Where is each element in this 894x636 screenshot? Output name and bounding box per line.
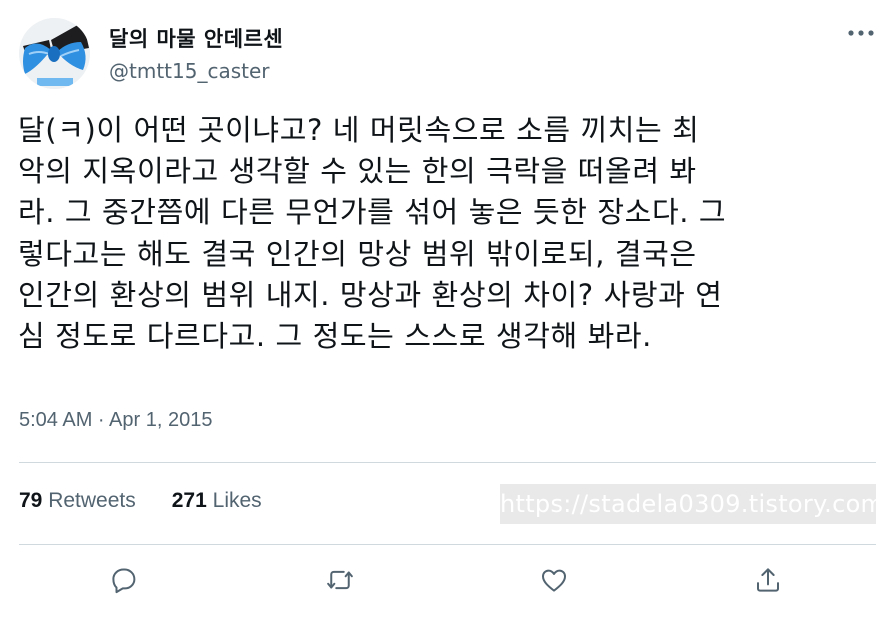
display-name[interactable]: 달의 마물 안데르센 (109, 23, 283, 53)
likes-label: Likes (212, 489, 262, 512)
bow-tie-avatar-image (19, 18, 90, 89)
action-bar (0, 560, 894, 604)
share-icon[interactable] (748, 560, 788, 600)
tweet-line: 달(ㅋ)이 어떤 곳이냐고? 네 머릿속으로 소름 끼치는 최 (18, 113, 700, 147)
tweet-line: 심 정도로 다르다고. 그 정도는 스스로 생각해 봐라. (18, 319, 652, 354)
like-icon[interactable] (534, 560, 574, 600)
retweets-stat[interactable]: 79 Retweets (19, 489, 136, 513)
reply-icon[interactable] (104, 560, 144, 600)
tweet-line: 악의 지옥이라고 생각할 수 있는 한의 극락을 떠올려 봐 (18, 154, 697, 189)
tweet-line: 인간의 환상의 범위 내지. 망상과 환상의 차이? 사랑과 연 (18, 277, 723, 312)
watermark: https://stadela0309.tistory.com (500, 484, 884, 524)
tweet-stats: 79 Retweets 271 Likes (19, 489, 262, 513)
avatar[interactable] (19, 18, 90, 89)
likes-stat[interactable]: 271 Likes (172, 489, 262, 513)
retweet-icon[interactable] (320, 560, 360, 600)
tweet-line: 렇다고는 해도 결국 인간의 망상 범위 밖이로되, 결국은 (18, 236, 697, 271)
tweet-text: 달(ㅋ)이 어떤 곳이냐고? 네 머릿속으로 소름 끼치는 최 악의 지옥이라고… (18, 110, 883, 357)
more-icon[interactable] (846, 22, 876, 44)
tweet-line: 라. 그 중간쯤에 다른 무언가를 섞어 놓은 듯한 장소다. 그 (18, 195, 727, 230)
retweets-count: 79 (19, 489, 43, 512)
divider (19, 544, 876, 545)
user-handle[interactable]: @tmtt15_caster (109, 59, 270, 83)
likes-count: 271 (171, 489, 207, 512)
retweets-label: Retweets (48, 489, 136, 512)
tweet-timestamp[interactable]: 5:04 AM · Apr 1, 2015 (19, 409, 212, 432)
divider (19, 462, 876, 463)
